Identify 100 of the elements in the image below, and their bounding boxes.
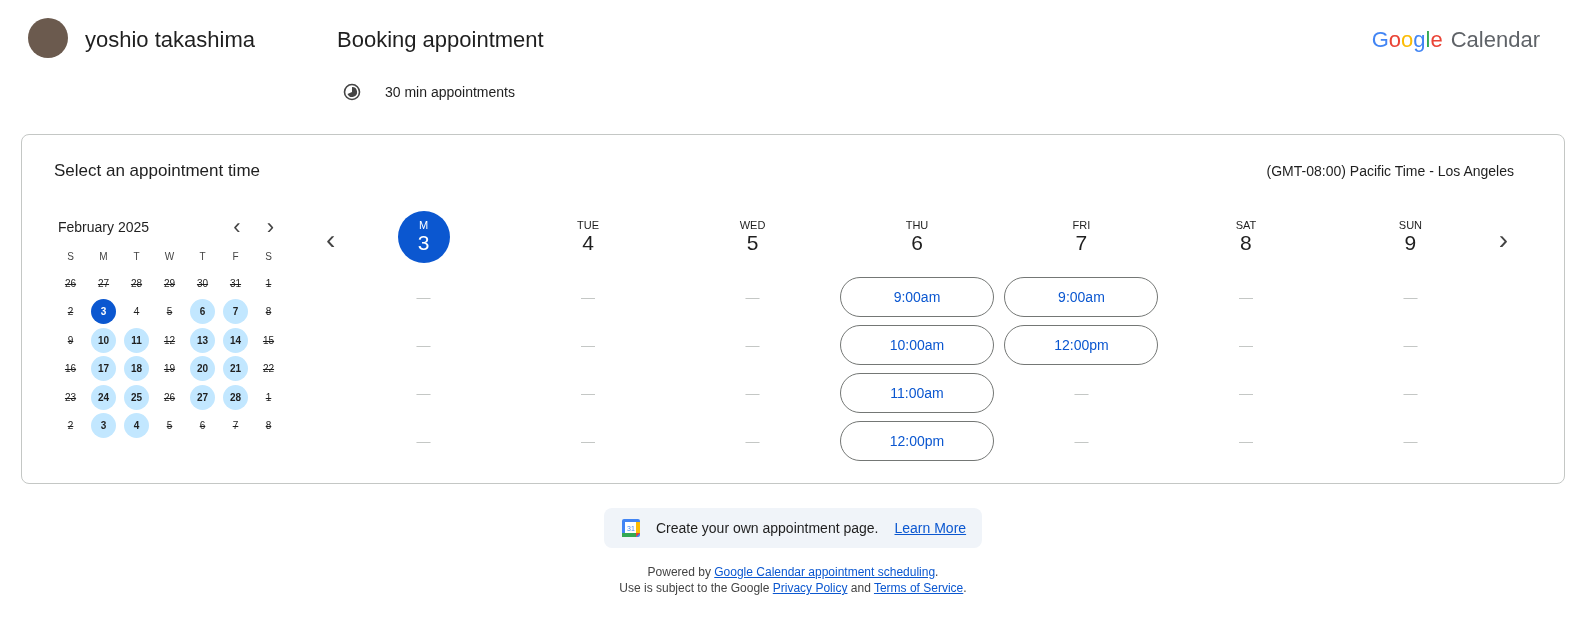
calendar-day[interactable]: 3: [91, 299, 116, 324]
calendar-day[interactable]: 20: [190, 356, 215, 381]
weekday-label: F: [232, 250, 239, 264]
time-slot-button[interactable]: 9:00am: [1004, 277, 1159, 317]
footer-link[interactable]: Privacy Policy: [772, 581, 848, 595]
calendar-day[interactable]: 31: [223, 270, 248, 296]
calendar-day[interactable]: 2: [58, 413, 83, 438]
time-slot-button[interactable]: 9:00am: [840, 277, 994, 317]
calendar-day[interactable]: 7: [223, 299, 248, 324]
logo: Google Calendar: [1371, 27, 1540, 53]
weekday-label: T: [199, 250, 206, 264]
no-slot-dash: —: [580, 384, 597, 403]
calendar-day[interactable]: 24: [91, 384, 116, 410]
clock-icon: [343, 83, 361, 101]
calendar-day[interactable]: 29: [157, 270, 182, 296]
no-slot-dash: —: [744, 432, 761, 451]
calendar-day[interactable]: 4: [124, 299, 149, 324]
day-header[interactable]: SAT 8: [1235, 211, 1257, 263]
timezone-label: (GMT-08:00) Pacific Time - Los Angeles: [1266, 163, 1514, 179]
day-header[interactable]: M 3: [397, 211, 450, 263]
next-month-button[interactable]: ›: [260, 216, 280, 238]
no-slot-dash: —: [1237, 288, 1254, 307]
calendar-day[interactable]: 19: [157, 356, 182, 381]
calendar-day[interactable]: 27: [190, 384, 215, 410]
footer-text: Use is subject to the Google Privacy Policy and Terms of Service.: [619, 580, 967, 596]
calendar-day[interactable]: 1: [256, 270, 281, 296]
calendar-day[interactable]: 7: [223, 413, 248, 438]
time-slot-button[interactable]: 10:00am: [840, 325, 994, 365]
calendar-day[interactable]: 28: [223, 384, 248, 410]
calendar-day[interactable]: 9: [58, 327, 83, 353]
calendar-day[interactable]: 6: [190, 299, 215, 324]
weekday-label: S: [265, 250, 272, 264]
no-slot-dash: —: [1402, 384, 1419, 403]
day-header[interactable]: THU 6: [905, 211, 929, 263]
time-slot-button[interactable]: 12:00pm: [840, 421, 994, 461]
no-slot-dash: —: [415, 384, 432, 403]
no-slot-dash: —: [415, 288, 432, 307]
no-slot-dash: —: [580, 288, 597, 307]
no-slot-dash: —: [1237, 384, 1254, 403]
calendar-day[interactable]: 3: [91, 413, 116, 438]
calendar-day[interactable]: 30: [190, 270, 215, 296]
calendar-day[interactable]: 2: [58, 299, 83, 324]
calendar-day[interactable]: 8: [256, 299, 281, 324]
next-week-button[interactable]: ›: [1492, 225, 1514, 255]
calendar-day[interactable]: 10: [91, 327, 116, 353]
time-slot-button[interactable]: 11:00am: [840, 373, 994, 413]
card-heading: Select an appointment time: [54, 161, 260, 181]
calendar-day[interactable]: 21: [223, 356, 248, 381]
previous-week-button[interactable]: ‹: [320, 225, 342, 255]
duration-label: 30 min appointments: [385, 84, 515, 100]
no-slot-dash: —: [1402, 336, 1419, 355]
no-slot-dash: —: [415, 432, 432, 451]
footer-text: Powered by Google Calendar appointment scheduling.: [647, 564, 939, 580]
day-header[interactable]: FRI 7: [1072, 211, 1091, 263]
weekday-label: T: [133, 250, 140, 264]
calendar-day[interactable]: 25: [124, 384, 149, 410]
promo-text: Create your own appointment page.: [655, 520, 879, 536]
calendar-day[interactable]: 27: [91, 270, 116, 296]
calendar-day[interactable]: 12: [157, 327, 182, 353]
month-label: February 2025: [58, 219, 150, 235]
no-slot-dash: —: [1237, 432, 1254, 451]
no-slot-dash: —: [1402, 288, 1419, 307]
no-slot-dash: —: [580, 336, 597, 355]
calendar-day[interactable]: 16: [58, 356, 83, 381]
calendar-day[interactable]: 14: [223, 327, 248, 353]
calendar-day[interactable]: 8: [256, 413, 281, 438]
previous-month-button[interactable]: ‹: [227, 216, 247, 238]
host-name: yoshio takashima: [85, 27, 256, 53]
time-slot-button[interactable]: 12:00pm: [1004, 325, 1159, 365]
no-slot-dash: —: [1402, 432, 1419, 451]
calendar-day[interactable]: 13: [190, 327, 215, 353]
no-slot-dash: —: [415, 336, 432, 355]
no-slot-dash: —: [1073, 432, 1090, 451]
day-header[interactable]: WED 5: [739, 211, 766, 263]
calendar-day[interactable]: 5: [157, 299, 182, 324]
calendar-day[interactable]: 4: [124, 413, 149, 438]
calendar-day[interactable]: 1: [256, 384, 281, 410]
calendar-day[interactable]: 15: [256, 327, 281, 353]
no-slot-dash: —: [1073, 384, 1090, 403]
page-title: Booking appointment: [337, 27, 545, 53]
weekday-label: S: [67, 250, 74, 264]
no-slot-dash: —: [580, 432, 597, 451]
calendar-day[interactable]: 11: [124, 327, 149, 353]
calendar-day[interactable]: 18: [124, 356, 149, 381]
no-slot-dash: —: [744, 384, 761, 403]
calendar-day[interactable]: 22: [256, 356, 281, 381]
weekday-label: M: [99, 250, 108, 264]
day-header[interactable]: SUN 9: [1398, 211, 1423, 263]
weekday-label: W: [164, 250, 175, 264]
calendar-day[interactable]: 6: [190, 413, 215, 438]
learn-more-link[interactable]: Learn More: [894, 520, 967, 536]
calendar-day[interactable]: 17: [91, 356, 116, 381]
avatar: [28, 18, 68, 58]
calendar-day[interactable]: 28: [124, 270, 149, 296]
day-header[interactable]: TUE 4: [577, 211, 600, 263]
calendar-day[interactable]: 23: [58, 384, 83, 410]
calendar-day[interactable]: 26: [157, 384, 182, 410]
no-slot-dash: —: [744, 288, 761, 307]
calendar-day[interactable]: 5: [157, 413, 182, 438]
calendar-day[interactable]: 26: [58, 270, 83, 296]
